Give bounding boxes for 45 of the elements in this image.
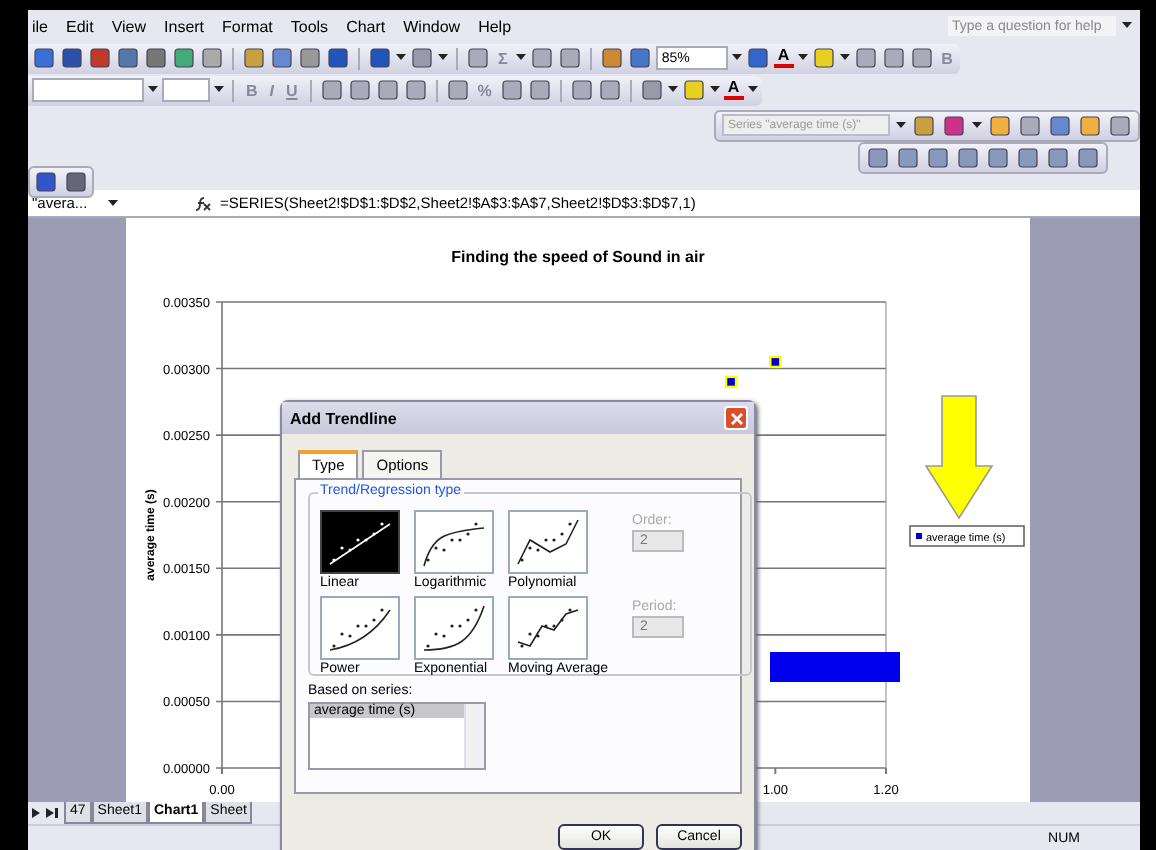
caret-icon[interactable]: [1122, 22, 1132, 31]
font-size-field[interactable]: [162, 78, 210, 103]
selected-bar-drawing: [770, 652, 900, 683]
caret-icon[interactable]: [839, 54, 850, 63]
chart-title: Finding the speed of Sound in air: [451, 248, 705, 267]
trend-preview-icon: [508, 596, 588, 660]
caret-icon[interactable]: [108, 199, 118, 208]
close-icon[interactable]: [724, 406, 748, 430]
caret-icon[interactable]: [148, 86, 158, 95]
caret-icon[interactable]: [972, 121, 982, 130]
caret-icon[interactable]: [515, 54, 526, 63]
function-icon[interactable]: [194, 195, 212, 212]
menu-item[interactable]: Format: [222, 17, 273, 36]
menu-item[interactable]: Edit: [66, 17, 94, 36]
caret-icon[interactable]: [396, 54, 406, 63]
caret-icon[interactable]: [797, 54, 808, 63]
caret-icon[interactable]: [731, 54, 742, 63]
caret-icon[interactable]: [709, 86, 720, 95]
caret-icon[interactable]: [214, 86, 224, 95]
caret-icon[interactable]: [747, 86, 758, 95]
menu-item[interactable]: Tools: [290, 17, 329, 36]
caret-icon[interactable]: [667, 86, 678, 95]
trend-preview-icon: [320, 510, 400, 574]
trend-preview-icon: [508, 510, 588, 574]
trend-preview-icon: [320, 596, 400, 660]
last-sheet-icon[interactable]: [46, 808, 58, 819]
menu-item[interactable]: View: [111, 17, 147, 36]
trend-preview-icon: [414, 510, 494, 574]
font-color-button[interactable]: A: [723, 80, 744, 101]
menu-item[interactable]: ile: [32, 17, 49, 36]
menu-item[interactable]: Chart: [346, 17, 386, 36]
dialog-title: Add Trendline: [290, 409, 397, 427]
data-point[interactable]: [769, 355, 782, 369]
caret-icon[interactable]: [896, 121, 906, 130]
scrollbar: [464, 704, 484, 768]
caret-icon[interactable]: [438, 54, 448, 63]
menu-item[interactable]: Insert: [164, 17, 205, 36]
font-name-field[interactable]: [32, 78, 144, 103]
first-sheet-icon[interactable]: [32, 808, 40, 819]
font-color-button[interactable]: A: [773, 48, 794, 69]
trend-preview-icon: [414, 596, 494, 660]
down-arrow-drawing: [924, 395, 994, 520]
data-point[interactable]: [724, 375, 738, 389]
menu-item[interactable]: Window: [403, 17, 461, 36]
menu-item[interactable]: Help: [478, 17, 512, 36]
